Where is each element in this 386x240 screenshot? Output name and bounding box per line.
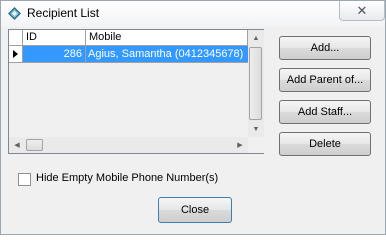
cell-id[interactable]: 286 [23,46,86,63]
add-staff-button[interactable]: Add Staff... [279,100,371,124]
title-bar[interactable]: Recipient List ✕ [1,1,385,27]
table-row[interactable]: 286 Agius, Samantha (0412345678) [9,46,248,63]
scroll-down-icon[interactable]: ▼ [248,121,264,137]
scroll-right-icon[interactable]: ▶ [232,137,248,153]
horizontal-scroll-thumb[interactable] [26,139,43,151]
vertical-scroll-thumb[interactable] [249,47,262,120]
close-button[interactable]: Close [158,197,232,223]
close-icon: ✕ [356,2,368,18]
horizontal-scrollbar[interactable]: ◀ ▶ [9,137,248,153]
recipient-list-dialog: Recipient List ✕ ID Mobile 286 Agius, Sa… [0,0,386,235]
cell-mobile[interactable]: Agius, Samantha (0412345678) [86,46,248,63]
vertical-scrollbar[interactable]: ▲ ▼ [248,30,264,137]
scrollbar-corner [248,137,264,153]
app-diamond-icon [8,7,21,20]
scroll-up-icon[interactable]: ▲ [248,30,264,46]
current-row-indicator-icon [9,46,23,63]
grid-header-corner [9,30,23,46]
delete-button[interactable]: Delete [279,132,371,156]
hide-empty-checkbox[interactable] [18,173,31,186]
scroll-left-icon[interactable]: ◀ [9,137,25,153]
recipient-grid[interactable]: ID Mobile 286 Agius, Samantha (041234567… [8,29,264,154]
column-header-id[interactable]: ID [23,30,86,46]
hide-empty-label[interactable]: Hide Empty Mobile Phone Number(s) [36,172,218,184]
window-close-button[interactable]: ✕ [339,1,385,21]
window-title: Recipient List [27,6,100,20]
add-button[interactable]: Add... [279,36,371,60]
column-header-mobile[interactable]: Mobile [86,30,248,46]
add-parent-button[interactable]: Add Parent of... [279,68,371,92]
